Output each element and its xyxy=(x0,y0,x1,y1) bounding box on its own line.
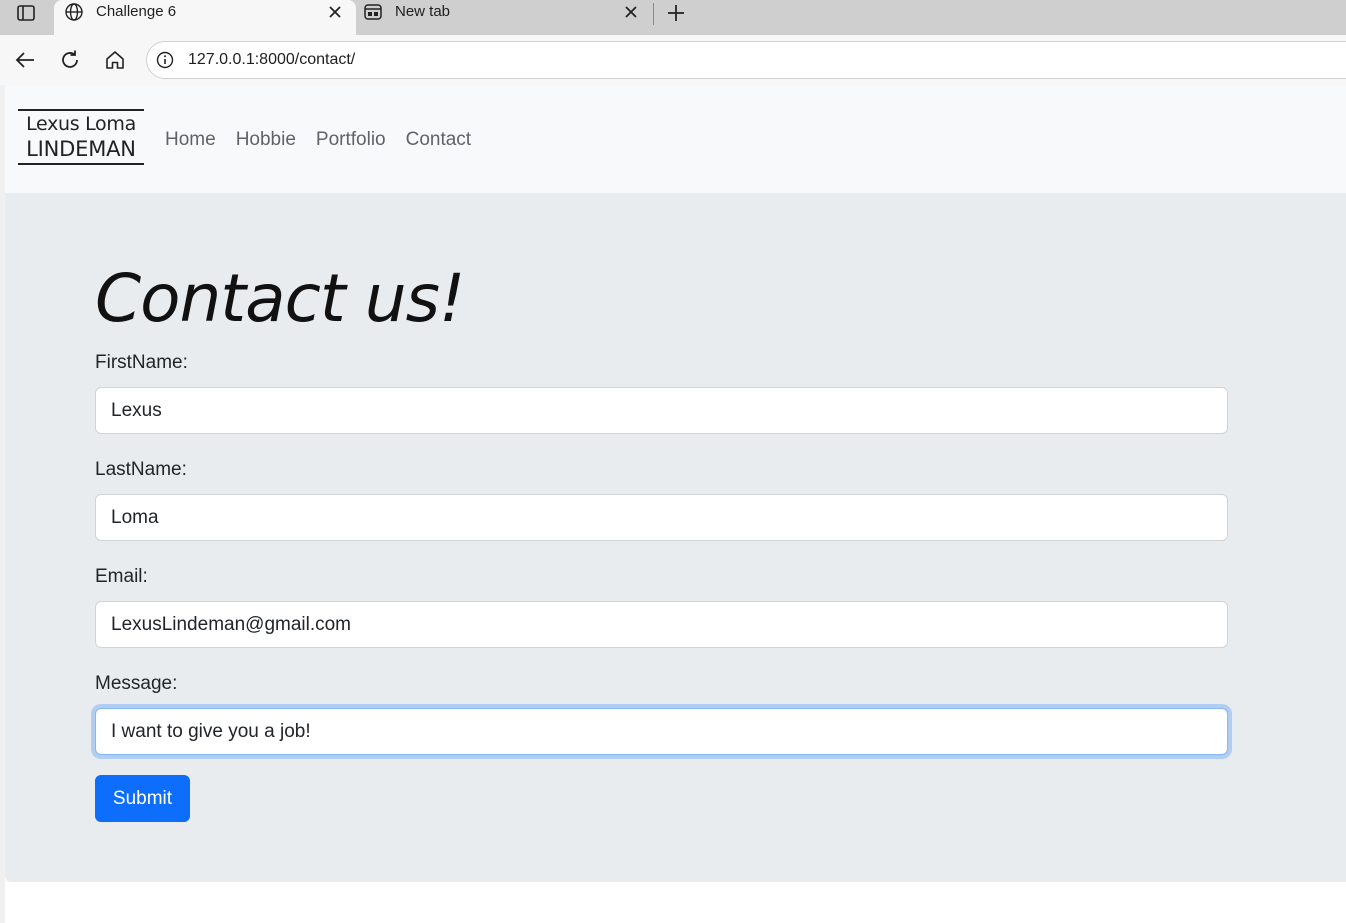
browser-tab-strip: Challenge 6 New tab xyxy=(0,0,1346,35)
nav-link-hobbie[interactable]: Hobbie xyxy=(236,127,306,153)
back-button[interactable] xyxy=(13,48,37,72)
brand-last-name: LINDEMAN xyxy=(26,137,136,161)
address-url: 127.0.0.1:8000/contact/ xyxy=(188,51,356,68)
submit-button[interactable]: Submit xyxy=(95,775,190,822)
nav-link-home[interactable]: Home xyxy=(165,127,226,153)
reload-button[interactable] xyxy=(58,48,82,72)
last-name-label: LastName: xyxy=(95,459,187,480)
nav-links: Home Hobbie Portfolio Contact xyxy=(165,127,491,153)
first-name-input[interactable] xyxy=(95,387,1228,434)
new-tab-button[interactable] xyxy=(664,1,688,25)
brand-first-name: Lexus Loma xyxy=(26,113,136,135)
first-name-label: FirstName: xyxy=(95,352,188,373)
address-bar[interactable]: 127.0.0.1:8000/contact/ xyxy=(146,41,1346,79)
tab-actions-button[interactable] xyxy=(0,0,52,26)
reload-icon xyxy=(62,50,78,68)
site-info-icon[interactable] xyxy=(156,51,174,69)
new-tab-page-icon xyxy=(363,2,383,22)
site-navbar: Lexus Loma LINDEMAN Home Hobbie Portfoli… xyxy=(5,85,1346,193)
tab-title: New tab xyxy=(395,3,451,20)
page-title: Contact us! xyxy=(95,260,465,337)
brand-logo[interactable]: Lexus Loma LINDEMAN xyxy=(18,109,144,165)
email-input[interactable] xyxy=(95,601,1228,648)
browser-toolbar: 127.0.0.1:8000/contact/ xyxy=(0,35,1346,85)
tab-separator xyxy=(653,3,654,25)
nav-link-portfolio[interactable]: Portfolio xyxy=(316,127,396,153)
close-tab-icon[interactable] xyxy=(622,3,640,21)
home-button[interactable] xyxy=(103,48,127,72)
last-name-input[interactable] xyxy=(95,494,1228,541)
tab-title: Challenge 6 xyxy=(96,3,177,20)
close-tab-icon[interactable] xyxy=(326,3,344,21)
plus-icon xyxy=(668,5,684,21)
browser-tab-new-tab[interactable]: New tab xyxy=(356,0,652,35)
tab-actions-icon xyxy=(17,5,35,21)
message-label: Message: xyxy=(95,673,178,694)
message-input[interactable] xyxy=(95,708,1228,755)
browser-tab-challenge[interactable]: Challenge 6 xyxy=(54,0,356,35)
page-viewport: Lexus Loma LINDEMAN Home Hobbie Portfoli… xyxy=(0,85,1346,923)
globe-icon xyxy=(64,2,84,22)
arrow-left-icon xyxy=(15,52,34,68)
contact-section: Contact us! FirstName: LastName: Email: … xyxy=(5,193,1346,882)
nav-link-contact[interactable]: Contact xyxy=(406,127,481,153)
email-label: Email: xyxy=(95,566,148,587)
home-icon xyxy=(106,51,124,69)
